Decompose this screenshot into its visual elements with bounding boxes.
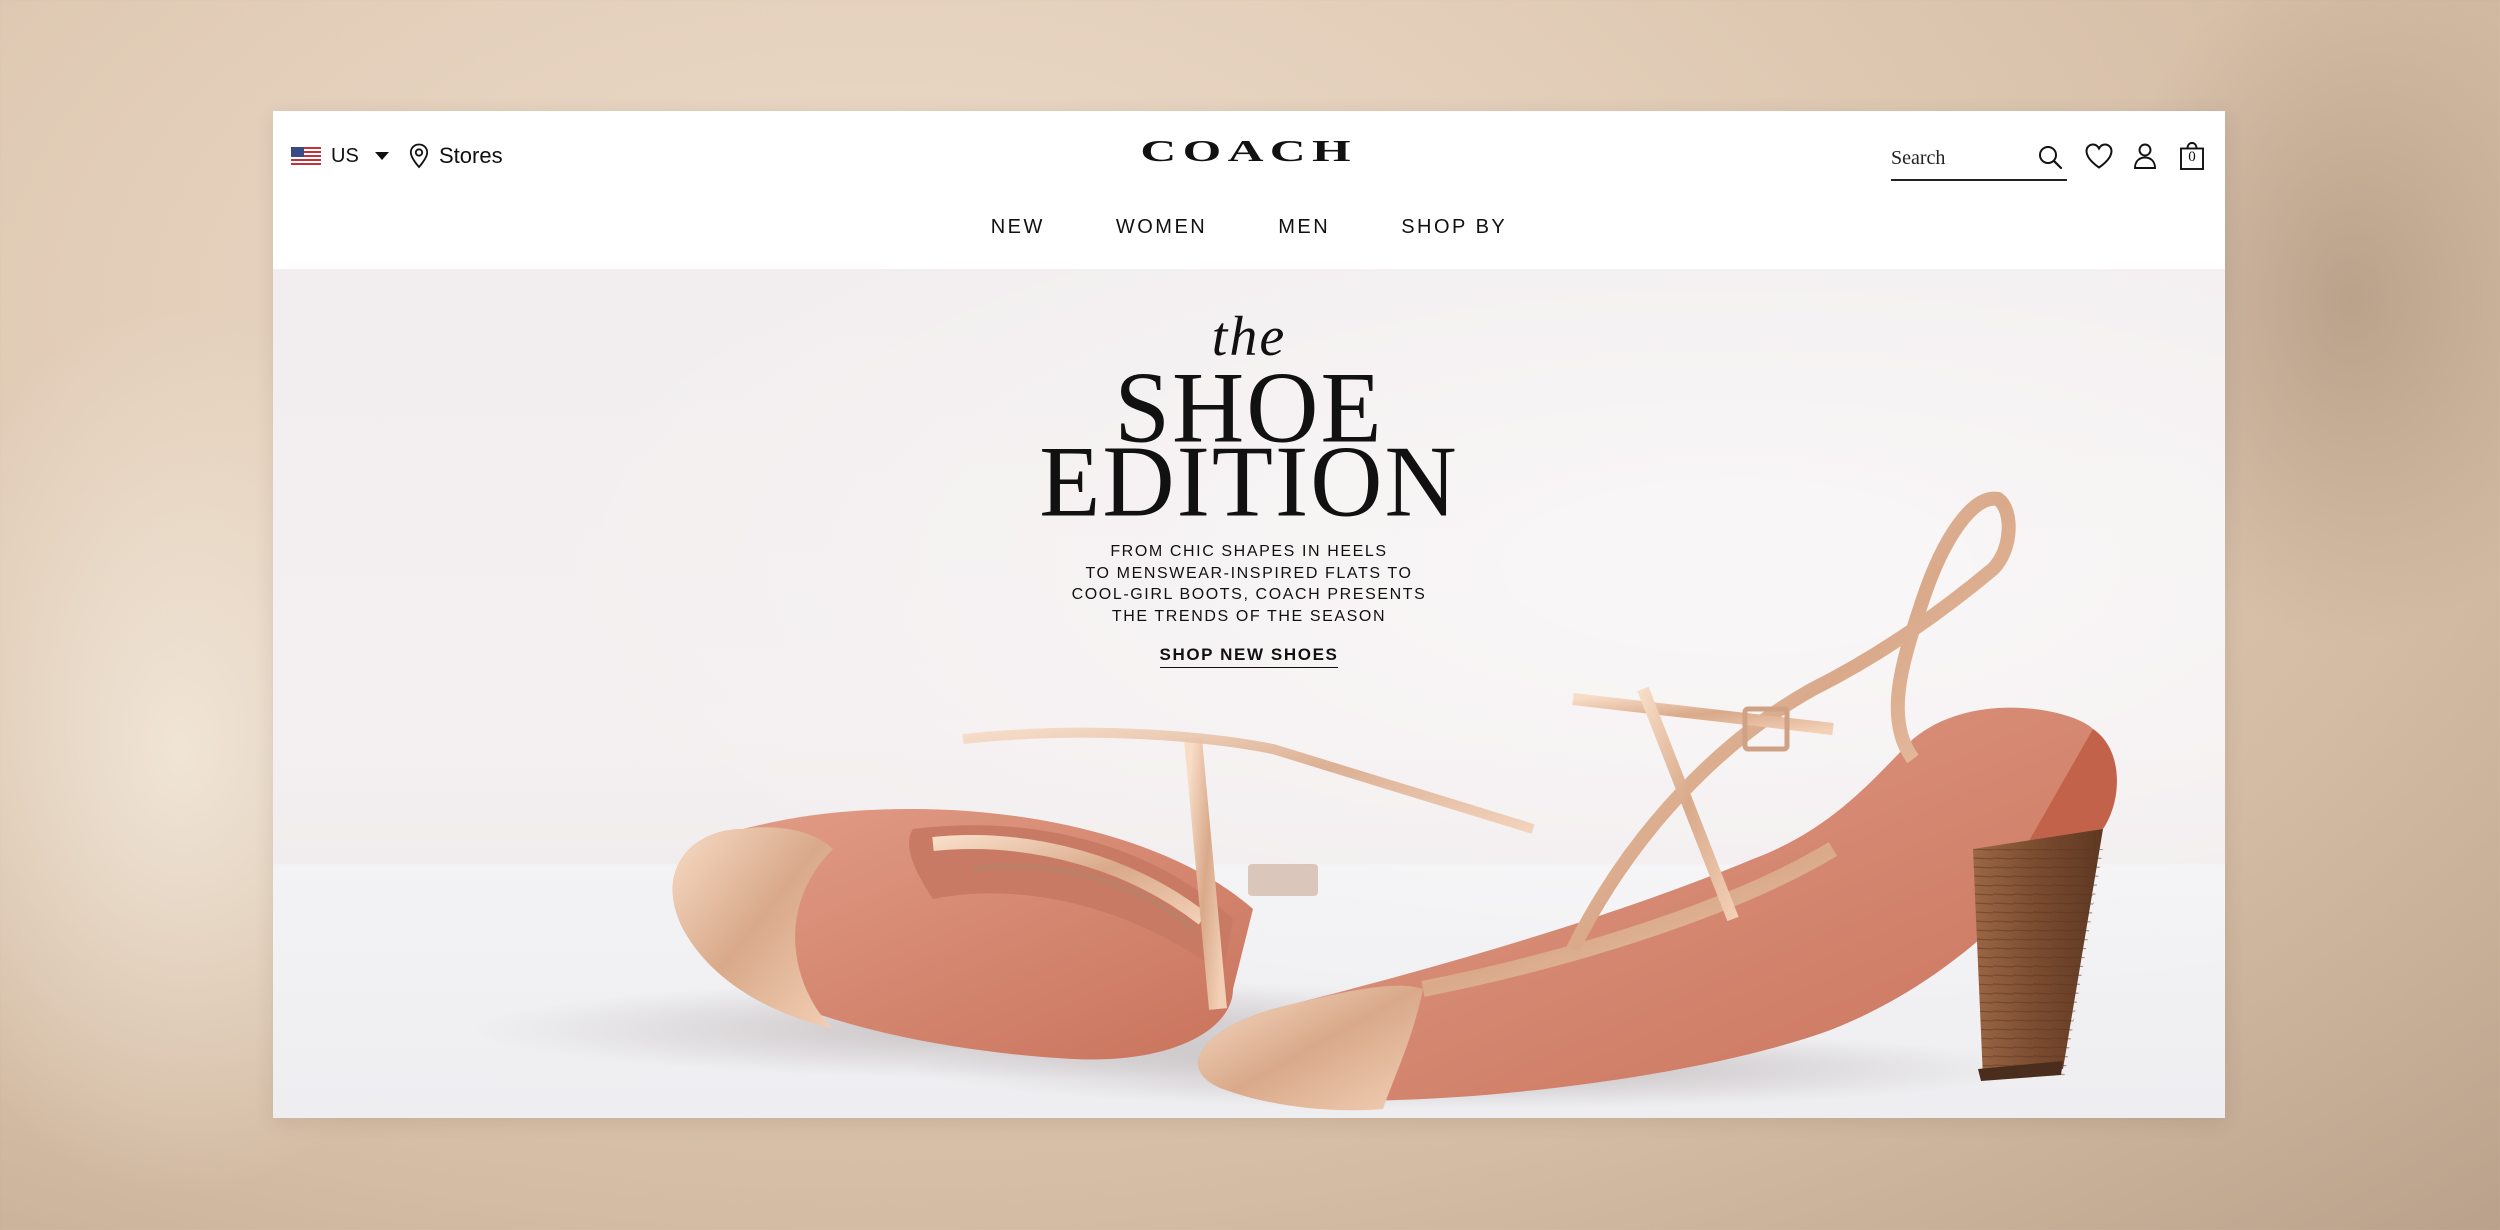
shop-new-shoes-link[interactable]: SHOP NEW SHOES — [1159, 645, 1339, 668]
hero-title: SHOE EDITION — [273, 356, 2225, 539]
hero-banner[interactable]: the SHOE EDITION FROM CHIC SHAPES IN HEE… — [273, 269, 2225, 1118]
nav-item-men[interactable]: MEN — [1278, 216, 1330, 239]
hero-title-line: EDITION — [1039, 424, 1459, 539]
search-icon[interactable] — [2037, 144, 2063, 170]
user-icon — [2134, 143, 2156, 169]
search-box — [1891, 137, 2067, 181]
hero-description-line: THE TRENDS OF THE SEASON — [1111, 607, 1387, 625]
hero-text-block: the SHOE EDITION FROM CHIC SHAPES IN HEE… — [273, 309, 2225, 668]
hero-description-line: TO MENSWEAR-INSPIRED FLATS TO — [1085, 564, 1413, 582]
site-header: US Stores COACH Search 0 NEW WOMEN MEN S… — [273, 111, 2225, 269]
nav-item-new[interactable]: NEW — [991, 216, 1045, 239]
account-button[interactable] — [2128, 137, 2162, 175]
nav-item-women[interactable]: WOMEN — [1116, 216, 1207, 239]
nav-item-shop-by[interactable]: SHOP BY — [1401, 216, 1507, 239]
browser-page: US Stores COACH Search 0 NEW WOMEN MEN S… — [273, 111, 2225, 1118]
shopping-bag-button[interactable]: 0 — [2175, 137, 2209, 175]
heart-icon — [2085, 143, 2113, 169]
bag-count: 0 — [2188, 149, 2196, 165]
hero-description-line: FROM CHIC SHAPES IN HEELS — [1110, 543, 1388, 560]
wishlist-button[interactable] — [2082, 137, 2116, 175]
hero-description: FROM CHIC SHAPES IN HEELS TO MENSWEAR-IN… — [273, 541, 2225, 627]
main-navigation: NEW WOMEN MEN SHOP BY — [273, 216, 2225, 239]
logo-text: COACH — [1140, 133, 1358, 168]
search-input[interactable] — [1891, 146, 2021, 170]
hero-description-line: COOL-GIRL BOOTS, COACH PRESENTS — [1071, 586, 1427, 603]
